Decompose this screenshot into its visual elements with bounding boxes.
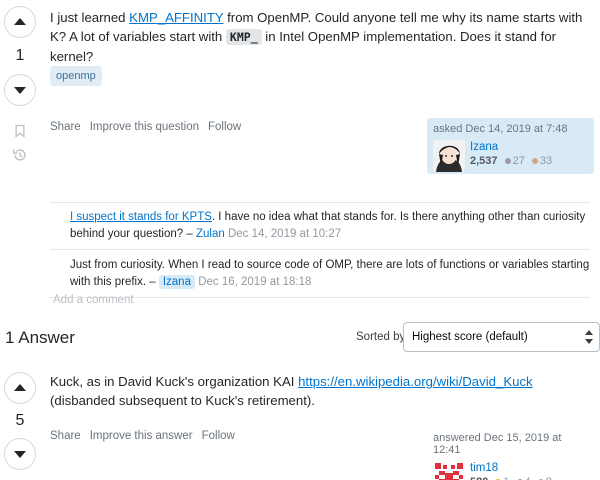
question-vote-column: 1: [0, 6, 40, 164]
avatar[interactable]: [433, 140, 465, 172]
share-link[interactable]: Share: [50, 430, 81, 442]
question-body: I just learned KMP_AFFINITY from OpenMP.…: [50, 8, 595, 66]
answer-vote-count: 5: [15, 412, 25, 429]
bookmark-button[interactable]: [11, 122, 29, 140]
sort-select[interactable]: Highest score (default): [403, 322, 600, 352]
comment: Just from curiosity. When I read to sour…: [50, 250, 590, 298]
question-owner-signature: asked Dec 14, 2019 at 7:48 Izana 2,537 2…: [427, 118, 594, 174]
user-name-link[interactable]: Izana: [470, 140, 552, 154]
kpts-link[interactable]: I suspect it stands for KPTS: [70, 211, 212, 223]
answer-body: Kuck, as in David Kuck's organization KA…: [50, 372, 595, 410]
follow-link[interactable]: Follow: [202, 430, 235, 442]
bronze-badge-icon: [531, 158, 538, 165]
comment-user-link[interactable]: Izana: [158, 275, 195, 289]
downvote-arrow-icon: [14, 451, 26, 459]
inline-code: KMP_: [225, 29, 262, 45]
history-icon: [13, 149, 26, 161]
history-button[interactable]: [11, 146, 29, 164]
question-vote-count: 1: [15, 47, 25, 64]
sort-select-value: Highest score (default): [412, 331, 528, 343]
downvote-arrow-icon: [14, 87, 26, 95]
comments-list: I suspect it stands for KPTS. I have no …: [50, 202, 590, 298]
reputation-score: 2,537: [470, 155, 498, 167]
user-avatar-image: [433, 140, 465, 172]
kmp-affinity-link[interactable]: KMP_AFFINITY: [129, 10, 223, 25]
select-arrows-icon: [585, 330, 593, 344]
question-downvote-button[interactable]: [4, 74, 36, 107]
asked-timestamp: asked Dec 14, 2019 at 7:48: [433, 123, 568, 135]
bronze-badge-count: 8: [546, 476, 552, 480]
comment-date[interactable]: Dec 16, 2019 at 18:18: [198, 276, 311, 288]
answer-upvote-button[interactable]: [4, 372, 36, 404]
tag-openmp[interactable]: openmp: [50, 66, 102, 86]
answers-count-heading: 1 Answer: [5, 328, 75, 347]
user-identicon-image: [433, 461, 465, 480]
answer-text: (disbanded subsequent to Kuck's retireme…: [50, 393, 315, 408]
silver-badge-count: 4: [525, 476, 531, 480]
bronze-badge-count: 33: [539, 155, 553, 167]
answer-post-menu: Share Improve this answer Follow: [50, 430, 235, 442]
wikipedia-link[interactable]: https://en.wikipedia.org/wiki/David_Kuck: [298, 374, 533, 389]
answer-downvote-button[interactable]: [4, 438, 36, 471]
upvote-arrow-icon: [14, 18, 26, 25]
add-comment-link[interactable]: Add a comment: [53, 294, 134, 306]
silver-badge-count: 27: [512, 155, 525, 167]
answered-timestamp: answered Dec 15, 2019 at 12:41: [433, 432, 562, 456]
reputation-score: 580: [470, 476, 488, 480]
sort-label: Sorted by:: [356, 331, 409, 343]
gold-badge-count: 1: [503, 476, 509, 480]
question-upvote-button[interactable]: [4, 6, 36, 38]
upvote-arrow-icon: [14, 384, 26, 391]
answer-vote-column: 5: [0, 372, 40, 471]
silver-badge-icon: [504, 158, 511, 165]
question-text: I just learned: [50, 10, 130, 25]
improve-question-link[interactable]: Improve this question: [90, 121, 199, 133]
comment-text: Just from curiosity. When I read to sour…: [70, 259, 590, 288]
bookmark-icon: [15, 125, 25, 138]
comment: I suspect it stands for KPTS. I have no …: [50, 203, 590, 250]
follow-link[interactable]: Follow: [208, 121, 241, 133]
improve-answer-link[interactable]: Improve this answer: [90, 430, 193, 442]
comment-user-link[interactable]: Zulan: [196, 228, 225, 240]
answer-text: Kuck, as in David Kuck's organization KA…: [50, 374, 299, 389]
question-post-menu: Share Improve this question Follow: [50, 121, 241, 133]
avatar[interactable]: [433, 461, 465, 480]
comment-date[interactable]: Dec 14, 2019 at 10:27: [228, 228, 341, 240]
answer-user-signature: answered Dec 15, 2019 at 12:41 tim18: [427, 427, 597, 480]
user-name-link[interactable]: tim18: [470, 461, 552, 475]
share-link[interactable]: Share: [50, 121, 81, 133]
